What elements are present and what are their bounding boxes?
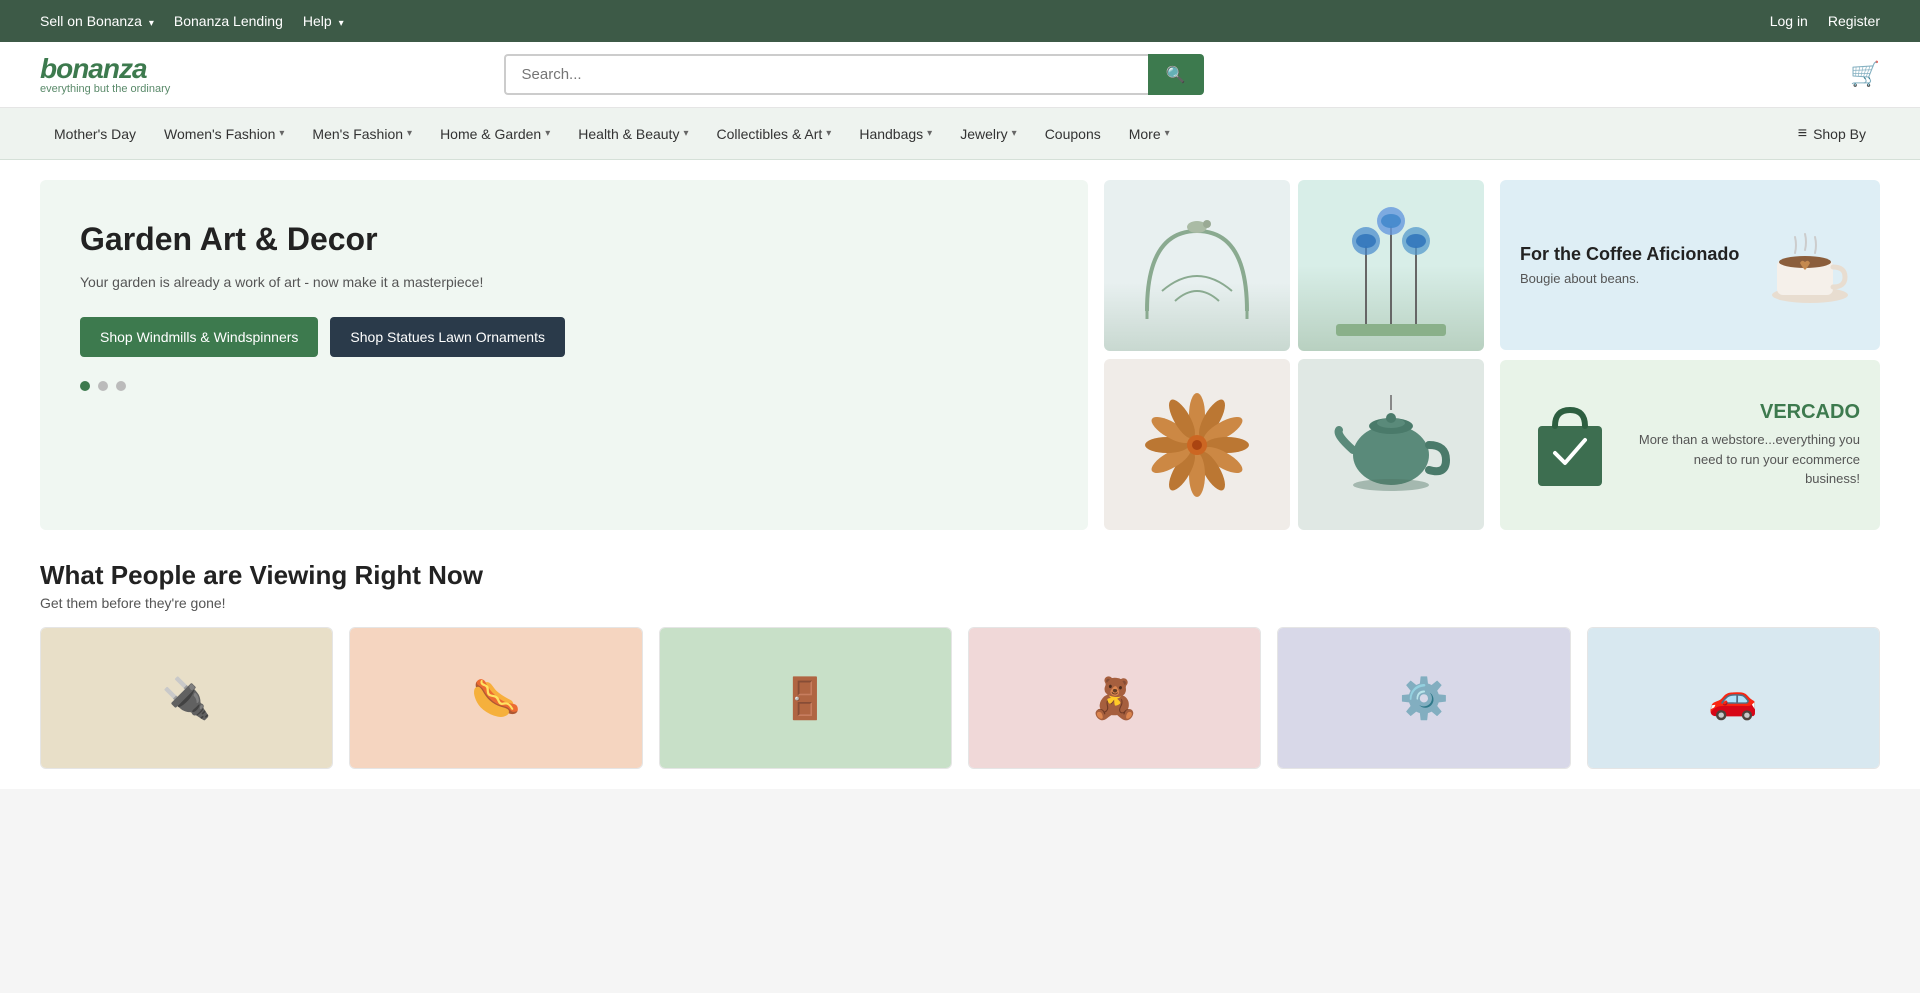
coffee-promo-subtitle: Bougie about beans. — [1520, 271, 1744, 286]
logo-tagline: everything but the ordinary — [40, 83, 170, 95]
hero-right-panels: For the Coffee Aficionado Bougie about b… — [1500, 180, 1880, 530]
help-arrow-icon: ▾ — [339, 18, 344, 29]
nav-womens-fashion[interactable]: Women's Fashion ▾ — [150, 108, 298, 160]
product-card-1[interactable]: 🔌 — [40, 627, 333, 769]
handbags-arrow-icon: ▾ — [927, 128, 932, 139]
garden-spinner-image — [1104, 359, 1290, 530]
vercado-bag-image — [1520, 405, 1620, 485]
carousel-dot-2[interactable] — [98, 381, 108, 391]
health-arrow-icon: ▾ — [683, 128, 688, 139]
product-image-5: ⚙️ — [1278, 628, 1569, 768]
cart-area[interactable]: 🛒 — [1850, 60, 1880, 89]
nav-jewelry[interactable]: Jewelry ▾ — [946, 108, 1031, 160]
main-content: Garden Art & Decor Your garden is alread… — [0, 160, 1920, 789]
menu-lines-icon: ≡ — [1798, 125, 1807, 143]
garden-stakes-image — [1298, 180, 1484, 351]
coffee-cup-image — [1760, 225, 1860, 305]
sell-arrow-icon: ▾ — [149, 18, 154, 29]
bonanza-lending-link[interactable]: Bonanza Lending — [174, 13, 283, 29]
product-image-3: 🚪 — [660, 628, 951, 768]
hero-carousel-dots — [80, 381, 1048, 391]
product-image-2: 🌭 — [350, 628, 641, 768]
nav-health-beauty[interactable]: Health & Beauty ▾ — [564, 108, 702, 160]
product-card-5[interactable]: ⚙️ — [1277, 627, 1570, 769]
nav-mens-fashion[interactable]: Men's Fashion ▾ — [298, 108, 426, 160]
logo-text: bonanza — [40, 55, 170, 83]
product-grid: 🔌 🌭 🚪 🧸 ⚙️ 🚗 — [40, 627, 1880, 769]
coffee-promo-text: For the Coffee Aficionado Bougie about b… — [1520, 244, 1744, 286]
nav-more[interactable]: More ▾ — [1115, 108, 1184, 160]
nav-handbags[interactable]: Handbags ▾ — [845, 108, 946, 160]
womens-arrow-icon: ▾ — [279, 128, 284, 139]
search-input[interactable] — [504, 54, 1148, 95]
help-link[interactable]: Help ▾ — [303, 13, 344, 29]
carousel-dot-3[interactable] — [116, 381, 126, 391]
vercado-description: More than a webstore...everything you ne… — [1636, 430, 1860, 489]
top-bar: Sell on Bonanza ▾ Bonanza Lending Help ▾… — [0, 0, 1920, 42]
garden-arch-image — [1104, 180, 1290, 351]
coffee-promo-title: For the Coffee Aficionado — [1520, 244, 1744, 265]
top-bar-right: Log in Register — [1770, 13, 1880, 29]
product-image-1: 🔌 — [41, 628, 332, 768]
product-card-6[interactable]: 🚗 — [1587, 627, 1880, 769]
home-arrow-icon: ▾ — [545, 128, 550, 139]
login-link[interactable]: Log in — [1770, 13, 1808, 29]
logo-area[interactable]: bonanza everything but the ordinary — [40, 55, 170, 95]
top-bar-left: Sell on Bonanza ▾ Bonanza Lending Help ▾ — [40, 13, 344, 29]
hero-images-grid — [1104, 180, 1484, 530]
product-image-4: 🧸 — [969, 628, 1260, 768]
hero-panel: Garden Art & Decor Your garden is alread… — [40, 180, 1088, 530]
register-link[interactable]: Register — [1828, 13, 1880, 29]
product-image-6: 🚗 — [1588, 628, 1879, 768]
garden-teapot-image — [1298, 359, 1484, 530]
hero-description: Your garden is already a work of art - n… — [80, 272, 1048, 293]
windmills-button[interactable]: Shop Windmills & Windspinners — [80, 317, 318, 357]
shop-by-button[interactable]: ≡ Shop By — [1784, 108, 1880, 160]
mens-arrow-icon: ▾ — [407, 128, 412, 139]
trending-title: What People are Viewing Right Now — [40, 560, 1880, 591]
trending-subtitle: Get them before they're gone! — [40, 595, 1880, 611]
header: bonanza everything but the ordinary 🔍 🛒 — [0, 42, 1920, 108]
hero-title: Garden Art & Decor — [80, 220, 1048, 258]
cart-icon: 🛒 — [1850, 61, 1880, 88]
statues-button[interactable]: Shop Statues Lawn Ornaments — [330, 317, 565, 357]
more-arrow-icon: ▾ — [1165, 128, 1170, 139]
vercado-promo-card[interactable]: VERCADO More than a webstore...everythin… — [1500, 360, 1880, 530]
product-card-2[interactable]: 🌭 — [349, 627, 642, 769]
nav-mothers-day[interactable]: Mother's Day — [40, 108, 150, 160]
product-card-3[interactable]: 🚪 — [659, 627, 952, 769]
nav-collectibles[interactable]: Collectibles & Art ▾ — [702, 108, 845, 160]
hero-buttons: Shop Windmills & Windspinners Shop Statu… — [80, 317, 1048, 357]
search-area: 🔍 — [504, 54, 1204, 95]
carousel-dot-1[interactable] — [80, 381, 90, 391]
nav-coupons[interactable]: Coupons — [1031, 108, 1115, 160]
collectibles-arrow-icon: ▾ — [826, 128, 831, 139]
vercado-brand: VERCADO — [1636, 401, 1860, 424]
vercado-promo-text: VERCADO More than a webstore...everythin… — [1636, 401, 1860, 489]
coffee-promo-card[interactable]: For the Coffee Aficionado Bougie about b… — [1500, 180, 1880, 350]
jewelry-arrow-icon: ▾ — [1012, 128, 1017, 139]
nav-home-garden[interactable]: Home & Garden ▾ — [426, 108, 564, 160]
sell-on-bonanza-link[interactable]: Sell on Bonanza ▾ — [40, 13, 154, 29]
trending-section: What People are Viewing Right Now Get th… — [40, 560, 1880, 769]
hero-section: Garden Art & Decor Your garden is alread… — [40, 180, 1880, 530]
product-card-4[interactable]: 🧸 — [968, 627, 1261, 769]
category-nav: Mother's Day Women's Fashion ▾ Men's Fas… — [0, 108, 1920, 160]
search-button[interactable]: 🔍 — [1148, 54, 1204, 95]
search-icon: 🔍 — [1166, 67, 1186, 84]
